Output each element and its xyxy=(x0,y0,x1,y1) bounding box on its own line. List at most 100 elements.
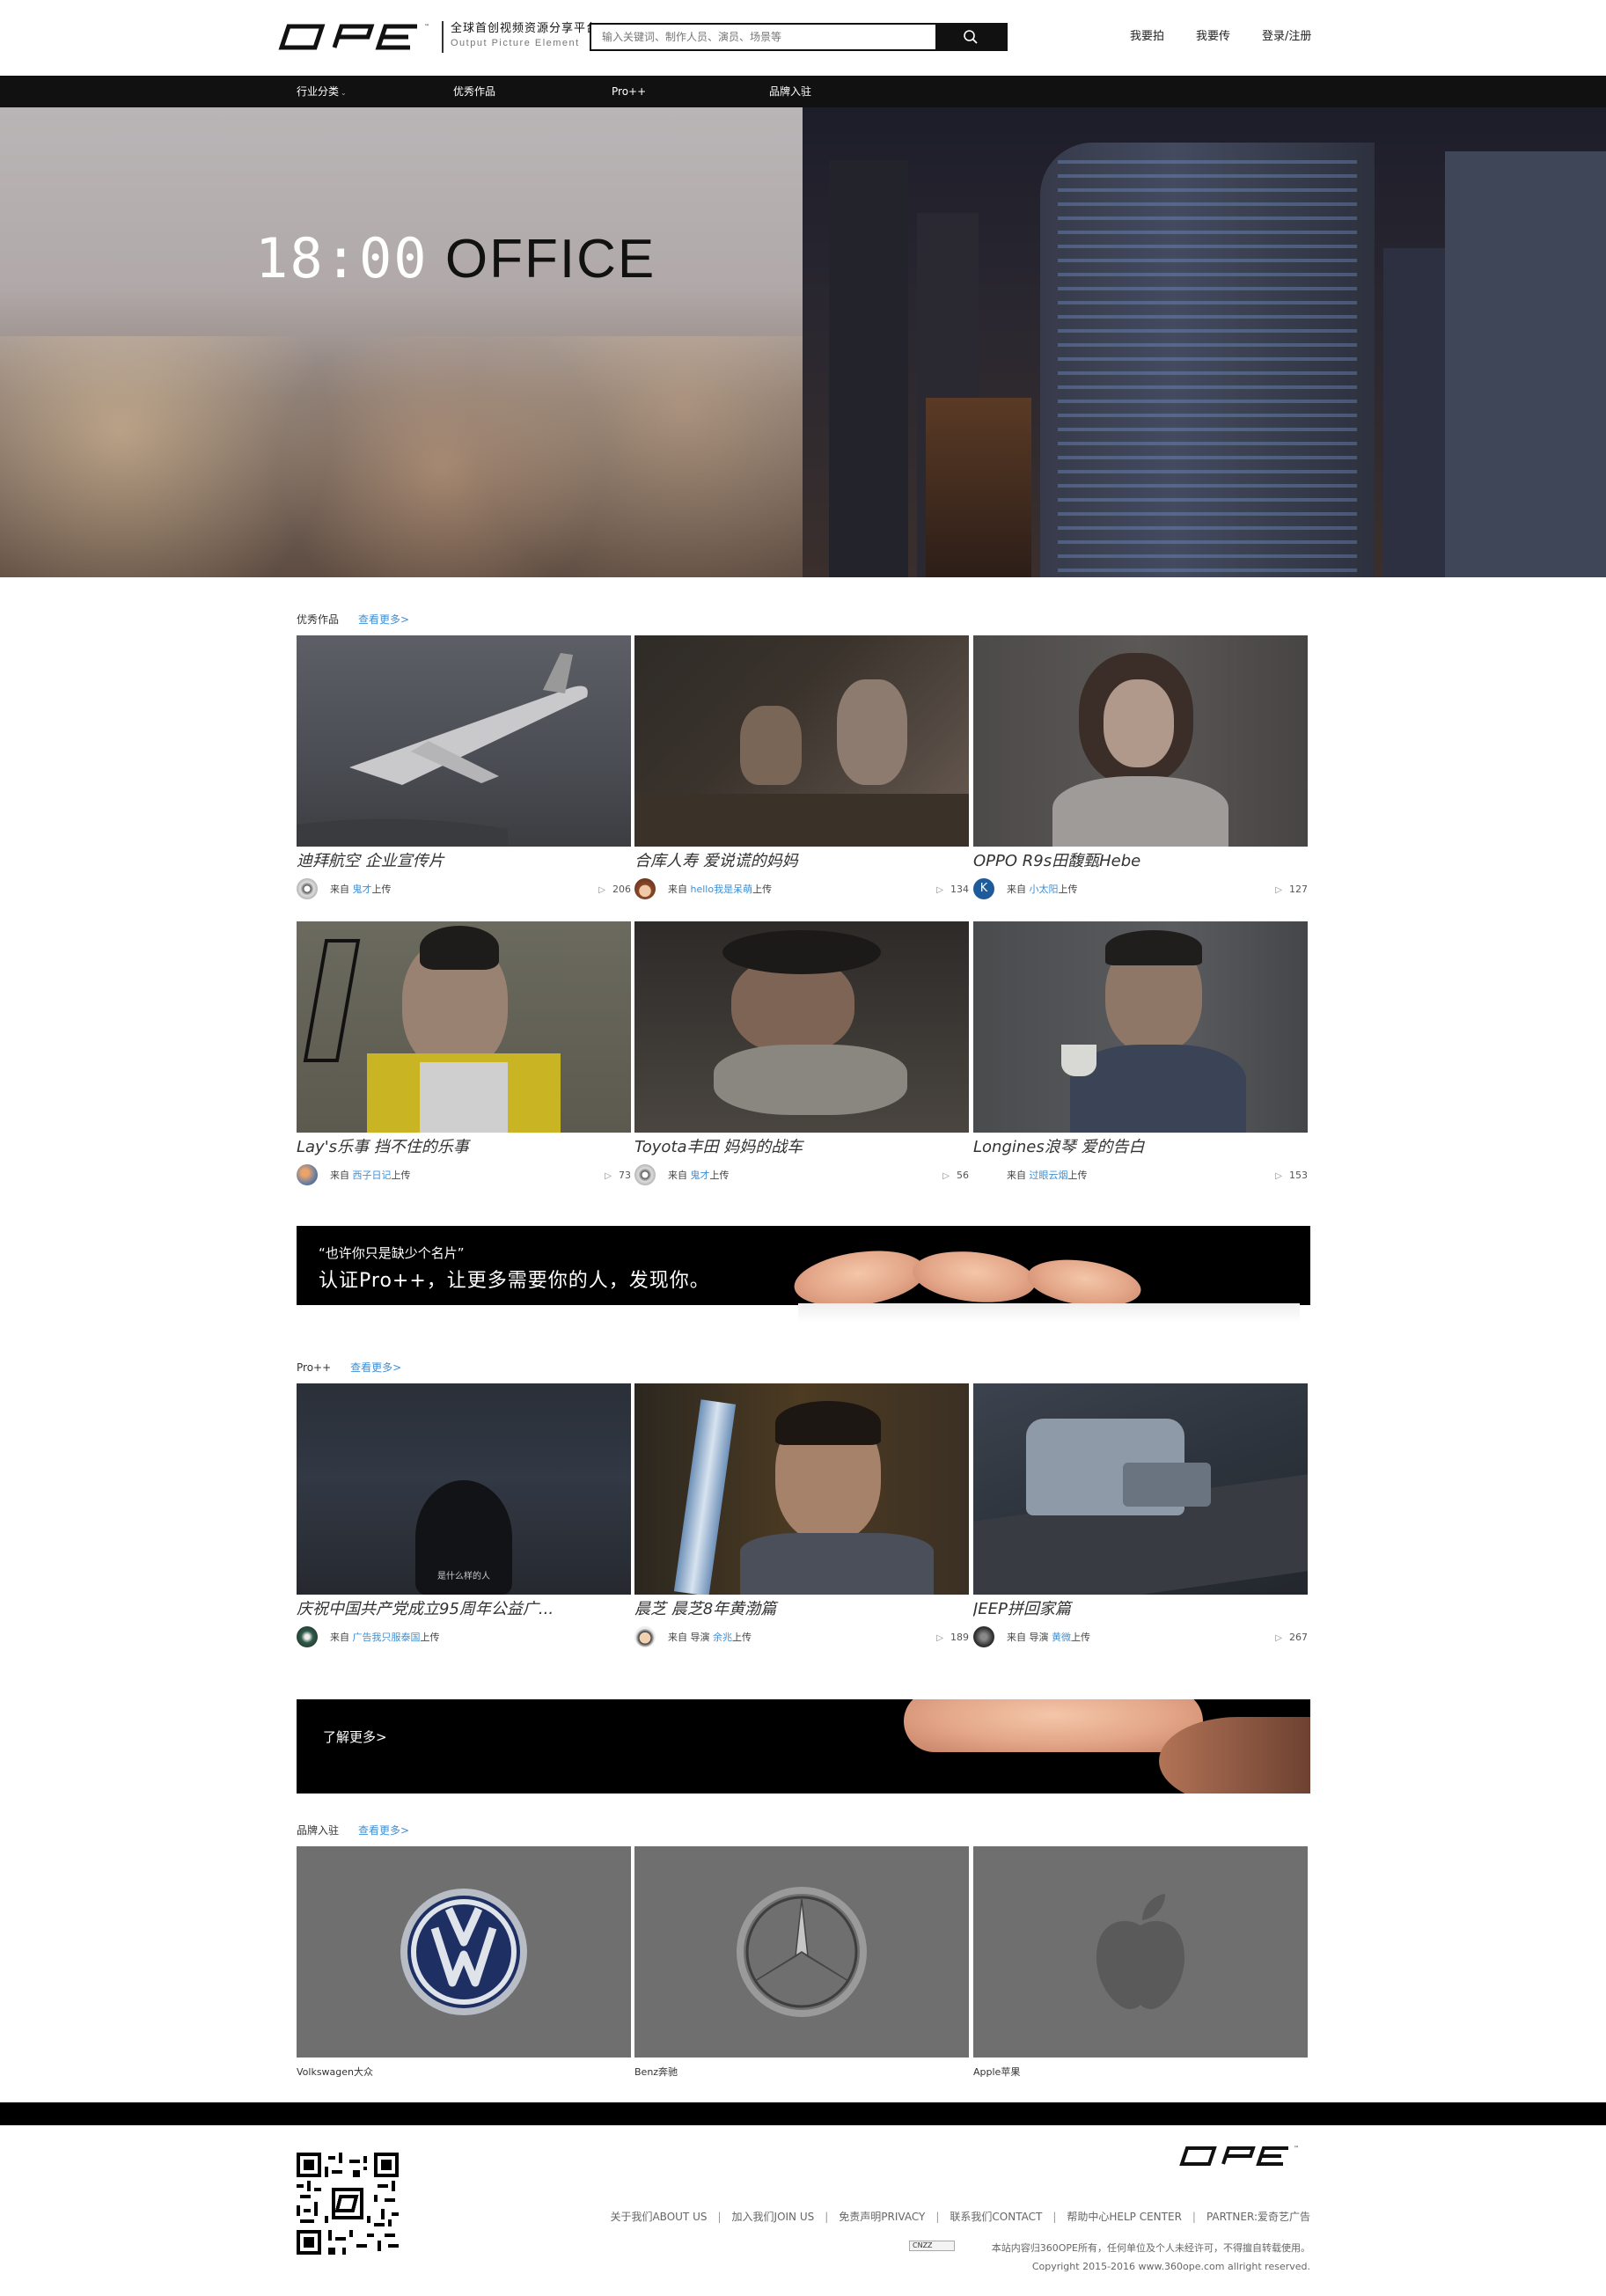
video-title[interactable]: 庆祝中国共产党成立95周年公益广... xyxy=(297,1600,631,1619)
nav-item-brands[interactable]: 品牌入驻 xyxy=(769,76,811,107)
author-link[interactable]: 过眼云烟 xyxy=(1030,1168,1068,1182)
pro-section-head: Pro++ 查看更多> xyxy=(297,1360,401,1375)
video-title[interactable]: 迪拜航空 企业宣传片 xyxy=(297,852,631,871)
from-label: 来自 xyxy=(1007,1170,1026,1181)
brand-thumbnail[interactable] xyxy=(297,1846,631,2058)
video-title[interactable]: 晨芝 晨芝8年黄渤篇 xyxy=(634,1600,969,1619)
avatar[interactable] xyxy=(297,1164,318,1185)
main-nav: 行业分类 ⌄ 优秀作品 Pro++ 品牌入驻 xyxy=(0,76,1606,107)
cnzz-badge[interactable]: CNZZ xyxy=(909,2241,955,2251)
play-icon: ▷ xyxy=(605,1170,612,1181)
video-card[interactable]: Longines浪琴 爱的告白 来自 过眼云烟 上传 ▷ 153 xyxy=(973,921,1308,1185)
learn-more-banner[interactable]: 了解更多> xyxy=(297,1699,1310,1794)
footer-separator: | xyxy=(935,2211,940,2223)
author-link[interactable]: hello我是呆萌 xyxy=(691,882,753,896)
author-link[interactable]: 黄微 xyxy=(1052,1630,1071,1644)
view-count: ▷ 73 xyxy=(605,1170,631,1181)
brand-card[interactable]: Volkswagen大众 xyxy=(297,1846,631,2079)
search-button[interactable] xyxy=(935,25,1006,49)
author-link[interactable]: 广告我只服泰国 xyxy=(353,1630,421,1644)
hero-title: 18:00 OFFICE xyxy=(255,226,656,290)
hero-time: 18:00 xyxy=(255,226,429,290)
view-count: ▷ 267 xyxy=(1275,1632,1308,1643)
brand-name[interactable]: Benz奔驰 xyxy=(634,2065,969,2079)
hero-city-right xyxy=(803,107,1606,577)
video-thumbnail[interactable] xyxy=(297,635,631,847)
brand-name[interactable]: Apple苹果 xyxy=(973,2065,1308,2079)
from-label: 来自 xyxy=(1007,884,1026,895)
nav-item-industry[interactable]: 行业分类 ⌄ xyxy=(297,76,347,109)
brand-thumbnail[interactable] xyxy=(634,1846,969,2058)
avatar[interactable] xyxy=(634,1164,656,1185)
footer-link-help[interactable]: 帮助中心HELP CENTER xyxy=(1067,2211,1182,2223)
avatar[interactable] xyxy=(973,1626,994,1647)
video-card[interactable]: Toyota丰田 妈妈的战车 来自 鬼才 上传 ▷ 56 xyxy=(634,921,969,1185)
author-link[interactable]: 余兆 xyxy=(713,1630,732,1644)
video-card[interactable]: 是什么样的人 庆祝中国共产党成立95周年公益广... 来自 广告我只服泰国 上传 xyxy=(297,1383,631,1647)
footer-copyright: Copyright 2015-2016 www.360ope.com allri… xyxy=(1031,2261,1310,2272)
video-title[interactable]: Lay's乐事 挡不住的乐事 xyxy=(297,1138,631,1157)
video-card[interactable]: OPPO R9s田馥甄Hebe K 来自 小太阳 上传 ▷ 127 xyxy=(973,635,1308,899)
author-link[interactable]: 西子日记 xyxy=(353,1168,392,1182)
view-more-link[interactable]: 查看更多> xyxy=(350,1361,401,1374)
shoot-link[interactable]: 我要拍 xyxy=(1130,26,1164,43)
brand-thumbnail[interactable] xyxy=(973,1846,1308,2058)
avatar[interactable]: K xyxy=(973,878,994,899)
video-thumbnail[interactable] xyxy=(973,1383,1308,1595)
ope-logo[interactable]: ™ xyxy=(276,21,435,53)
nav-item-pro[interactable]: Pro++ xyxy=(612,76,646,107)
video-thumbnail[interactable] xyxy=(297,921,631,1133)
hero-banner[interactable]: 18:00 OFFICE xyxy=(0,107,1606,577)
footer-link-contact[interactable]: 联系我们CONTACT xyxy=(950,2211,1042,2223)
avatar[interactable] xyxy=(297,1626,318,1647)
footer-link-about[interactable]: 关于我们ABOUT US xyxy=(610,2211,707,2223)
video-card[interactable]: 迪拜航空 企业宣传片 来自 鬼才 上传 ▷ 206 xyxy=(297,635,631,899)
avatar[interactable] xyxy=(297,878,318,899)
video-thumbnail[interactable] xyxy=(634,921,969,1133)
avatar[interactable] xyxy=(634,1626,656,1647)
apple-logo-icon xyxy=(1096,1894,1184,2009)
video-title[interactable]: 合库人寿 爱说谎的妈妈 xyxy=(634,852,969,871)
footer-separator: | xyxy=(1192,2211,1196,2223)
avatar[interactable] xyxy=(973,1164,994,1185)
video-title[interactable]: Toyota丰田 妈妈的战车 xyxy=(634,1138,969,1157)
video-card[interactable]: JEEP拼回家篇 来自 导演 黄微 上传 ▷ 267 xyxy=(973,1383,1308,1647)
video-title[interactable]: JEEP拼回家篇 xyxy=(973,1600,1308,1619)
video-thumbnail[interactable] xyxy=(973,921,1308,1133)
brand-card[interactable]: Apple苹果 xyxy=(973,1846,1308,2079)
qr-code-icon[interactable] xyxy=(297,2153,399,2255)
upload-suffix: 上传 xyxy=(1058,884,1078,895)
pro-promo-banner[interactable]: “也许你只是缺少个名片” 认证Pro++，让更多需要你的人，发现你。 xyxy=(297,1226,1310,1323)
author-link[interactable]: 鬼才 xyxy=(691,1168,710,1182)
footer-link-privacy[interactable]: 免责声明PRIVACY xyxy=(839,2211,925,2223)
video-card[interactable]: Lay's乐事 挡不住的乐事 来自 西子日记 上传 ▷ 73 xyxy=(297,921,631,1185)
video-card[interactable]: 晨芝 晨芝8年黄渤篇 来自 导演 余兆 上传 ▷ 189 xyxy=(634,1383,969,1647)
author-link[interactable]: 小太阳 xyxy=(1030,882,1059,896)
view-more-link[interactable]: 查看更多> xyxy=(358,613,409,626)
video-thumbnail[interactable] xyxy=(973,635,1308,847)
video-title[interactable]: OPPO R9s田馥甄Hebe xyxy=(973,852,1308,871)
nav-item-featured[interactable]: 优秀作品 xyxy=(453,76,495,107)
video-thumbnail[interactable] xyxy=(634,635,969,847)
brand-name[interactable]: Volkswagen大众 xyxy=(297,2065,631,2079)
footer-link-partner[interactable]: PARTNER:爱奇艺广告 xyxy=(1206,2211,1310,2223)
footer-link-join[interactable]: 加入我们JOIN US xyxy=(732,2211,815,2223)
upload-link[interactable]: 我要传 xyxy=(1196,26,1230,43)
video-card[interactable]: 合库人寿 爱说谎的妈妈 来自 hello我是呆萌 上传 ▷ 134 xyxy=(634,635,969,899)
search-input[interactable] xyxy=(591,25,935,49)
nav-item-label: 行业分类 xyxy=(297,85,340,98)
video-thumbnail[interactable] xyxy=(634,1383,969,1595)
footer-ope-logo[interactable]: ™ xyxy=(1177,2144,1302,2168)
author-link[interactable]: 鬼才 xyxy=(353,882,372,896)
brand-card[interactable]: Benz奔驰 xyxy=(634,1846,969,2079)
from-label: 来自 导演 xyxy=(1007,1632,1049,1643)
view-count-value: 206 xyxy=(612,883,631,895)
play-icon: ▷ xyxy=(1275,1632,1282,1643)
avatar[interactable] xyxy=(634,878,656,899)
video-thumbnail[interactable]: 是什么样的人 xyxy=(297,1383,631,1595)
video-title[interactable]: Longines浪琴 爱的告白 xyxy=(973,1138,1308,1157)
learn-more-link[interactable]: 了解更多> xyxy=(323,1728,387,1746)
view-count-value: 267 xyxy=(1289,1631,1308,1643)
view-more-link[interactable]: 查看更多> xyxy=(358,1824,409,1837)
login-register-link[interactable]: 登录/注册 xyxy=(1262,26,1311,43)
